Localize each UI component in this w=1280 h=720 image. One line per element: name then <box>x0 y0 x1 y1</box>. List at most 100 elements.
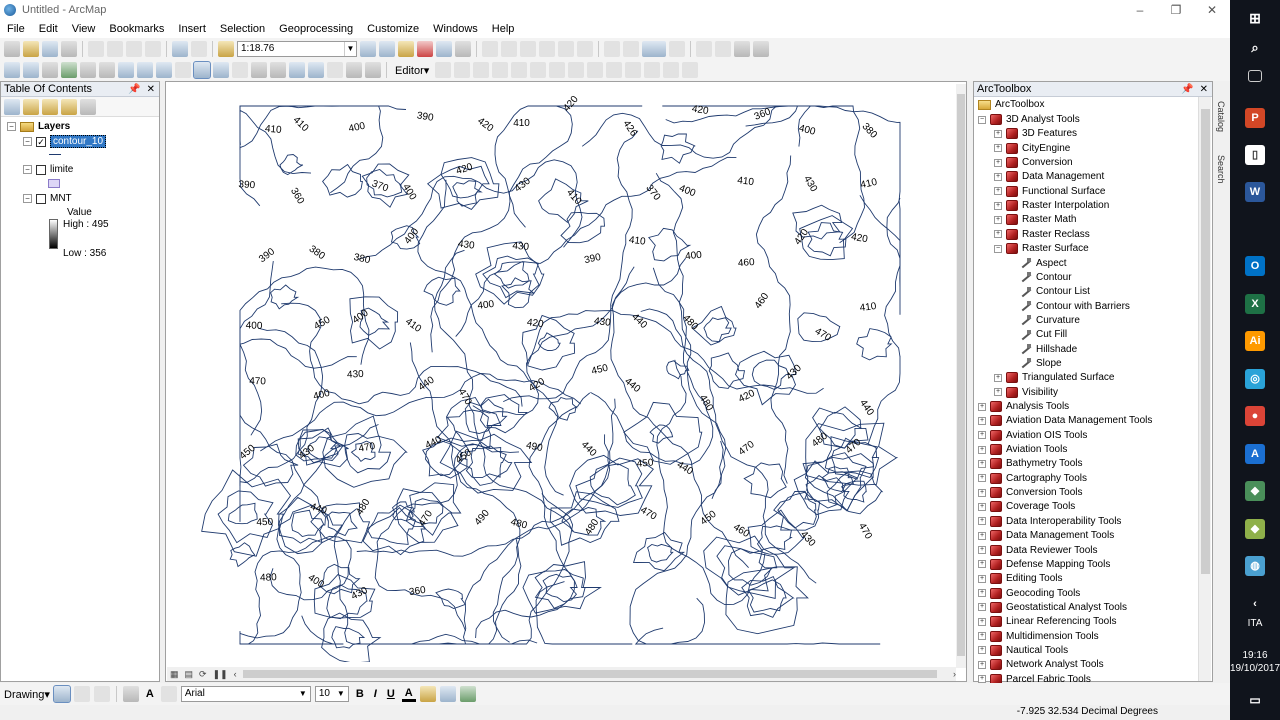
italic-button[interactable]: I <box>371 688 380 700</box>
menu-customize[interactable]: Customize <box>360 23 426 35</box>
line-color-icon[interactable] <box>439 686 456 702</box>
powerpoint-icon[interactable]: P <box>1245 108 1265 128</box>
pan-hand-icon[interactable] <box>42 62 58 78</box>
expand-icon[interactable]: + <box>994 172 1002 181</box>
expand-icon[interactable]: + <box>978 474 986 483</box>
cut-icon[interactable] <box>88 41 104 57</box>
chevron-down-icon[interactable]: ▼ <box>299 687 310 701</box>
scroll-right-icon[interactable]: › <box>953 669 956 679</box>
delete-icon[interactable] <box>145 41 161 57</box>
scrollbar-track[interactable] <box>242 670 937 678</box>
search-tab[interactable]: Search <box>1216 155 1226 184</box>
toolbox-item[interactable]: + Nautical Tools <box>978 644 1068 656</box>
expand-icon[interactable]: + <box>994 187 1002 196</box>
zoom-in-fixed-icon[interactable] <box>482 41 498 57</box>
expand-icon[interactable]: + <box>978 517 986 526</box>
tool-item[interactable]: Contour with Barriers <box>1020 301 1130 312</box>
cut-polygons-icon[interactable] <box>587 62 604 78</box>
illustrator-icon[interactable]: Ai <box>1245 331 1265 351</box>
chevron-down-icon[interactable]: ▼ <box>337 687 348 701</box>
options-icon[interactable] <box>80 98 96 115</box>
toolbox-item[interactable]: + Visibility <box>994 386 1058 398</box>
collapse-icon[interactable]: − <box>23 137 32 146</box>
expand-icon[interactable]: + <box>994 201 1002 210</box>
underline-button[interactable]: U <box>384 688 398 700</box>
create-features-icon[interactable] <box>682 62 699 78</box>
toc-window-icon[interactable] <box>379 41 395 57</box>
tool-item[interactable]: Cut Fill <box>1020 329 1067 340</box>
toolbox-item[interactable]: + Aviation Data Management Tools <box>978 415 1152 427</box>
identify-icon[interactable] <box>213 62 229 78</box>
full-extent-globe-icon[interactable] <box>61 62 77 78</box>
expand-icon[interactable]: + <box>978 660 986 669</box>
arcmap-icon[interactable]: ◍ <box>1245 556 1265 576</box>
toolbox-item[interactable]: + Aviation Tools <box>978 444 1067 456</box>
save-icon[interactable] <box>42 41 58 57</box>
menu-geoprocessing[interactable]: Geoprocessing <box>272 23 360 35</box>
edit-vertices-icon[interactable] <box>160 686 177 702</box>
marker-color-icon[interactable] <box>459 686 476 702</box>
menu-windows[interactable]: Windows <box>426 23 485 35</box>
collapse-icon[interactable]: − <box>994 244 1002 253</box>
add-data-icon[interactable] <box>218 41 234 57</box>
toolbox-item[interactable]: + Triangulated Surface <box>994 372 1114 384</box>
toolbox-item[interactable]: + Editing Tools <box>978 573 1063 585</box>
layout-tool-icon[interactable] <box>669 41 685 57</box>
layers-group[interactable]: − Layers <box>7 121 70 132</box>
pause-drawing-icon[interactable]: ❚❚ <box>213 669 228 680</box>
layer-name[interactable]: MNT <box>50 193 72 204</box>
close-button[interactable]: ✕ <box>1194 3 1230 17</box>
collapse-icon[interactable]: − <box>7 122 16 131</box>
expand-icon[interactable]: + <box>978 546 986 554</box>
map-display[interactable]: 410 410 400 390 420 410 420 426 420 360 400 380 390 3… <box>168 96 954 662</box>
end-point-arc-icon[interactable] <box>492 62 509 78</box>
select-elements-icon[interactable] <box>52 685 71 703</box>
toolbox-item[interactable]: + Geocoding Tools <box>978 587 1080 599</box>
tool-item[interactable]: Contour <box>1020 272 1072 283</box>
menu-edit[interactable]: Edit <box>32 23 65 35</box>
toolbox-item[interactable]: + Data Management <box>994 171 1104 183</box>
search-icon[interactable]: ⌕ <box>1245 38 1265 58</box>
viewer-window-icon[interactable] <box>365 62 381 78</box>
find-route-icon[interactable] <box>289 62 305 78</box>
toolbox-item[interactable]: + Raster Reclass <box>994 228 1090 240</box>
word-icon[interactable]: W <box>1245 182 1265 202</box>
maximize-button[interactable]: ❐ <box>1158 3 1194 17</box>
expand-icon[interactable]: + <box>978 502 986 511</box>
layout-tool-icon[interactable] <box>604 41 620 57</box>
edit-tool-icon[interactable] <box>435 62 452 78</box>
point-icon[interactable] <box>530 62 547 78</box>
toolbox-item[interactable]: + Bathymetry Tools <box>978 458 1083 470</box>
expand-icon[interactable]: + <box>994 373 1002 382</box>
toolbox-item[interactable]: + Conversion Tools <box>978 487 1083 499</box>
model-builder-icon[interactable] <box>455 41 471 57</box>
expand-icon[interactable]: + <box>994 230 1002 239</box>
layout-zoom-icon[interactable] <box>642 41 666 57</box>
toolbox-item[interactable]: + Coverage Tools <box>978 501 1075 513</box>
close-icon[interactable]: ✕ <box>147 84 155 95</box>
menu-view[interactable]: View <box>65 23 103 35</box>
expand-icon[interactable]: + <box>978 560 986 569</box>
toc-layer-row[interactable]: − limite <box>23 164 73 175</box>
layer-name[interactable]: limite <box>50 164 73 175</box>
toolbox-item[interactable]: + Data Interoperability Tools <box>978 515 1121 527</box>
expand-icon[interactable]: + <box>978 488 986 497</box>
app-icon[interactable]: ◎ <box>1245 368 1265 389</box>
language-indicator[interactable]: ITA <box>1230 618 1280 629</box>
edit-vertices-icon[interactable] <box>549 62 566 78</box>
drawing-menu-button[interactable]: Drawing▾ <box>4 688 50 701</box>
open-icon[interactable] <box>23 41 39 57</box>
layer-visibility-checkbox[interactable] <box>36 193 46 204</box>
toolbox-item[interactable]: + Data Management Tools <box>978 530 1114 542</box>
toolbox-item[interactable]: + Linear Referencing Tools <box>978 616 1116 628</box>
expand-icon[interactable]: + <box>978 603 986 612</box>
toolbox-item[interactable]: + Analysis Tools <box>978 401 1069 412</box>
document-icon[interactable]: ▯ <box>1245 145 1265 165</box>
rotate-icon[interactable] <box>73 686 90 702</box>
new-document-icon[interactable] <box>4 41 20 57</box>
arctoolbox-root[interactable]: ArcToolbox <box>978 99 1044 110</box>
toolbox-item[interactable]: + Conversion <box>994 157 1073 169</box>
fixed-extent-icon[interactable] <box>539 41 555 57</box>
expand-icon[interactable]: + <box>978 431 986 440</box>
rotate-icon[interactable] <box>625 62 642 78</box>
